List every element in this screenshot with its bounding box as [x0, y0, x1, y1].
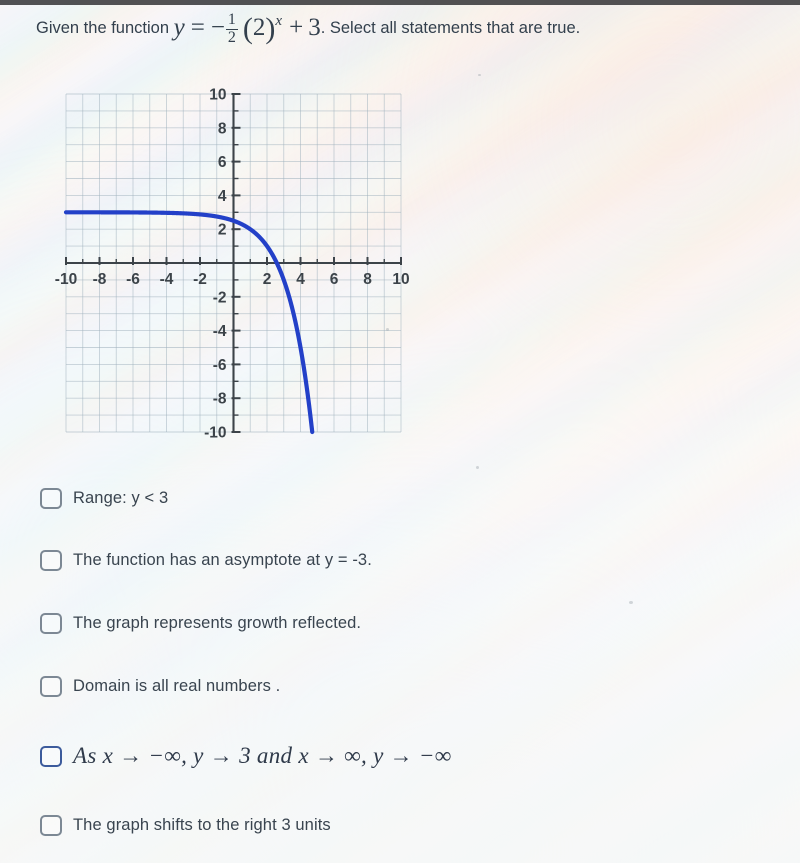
option-label-asymptote: The function has an asymptote at y = -3.	[73, 551, 372, 569]
equation-minus: −	[210, 14, 225, 41]
x-tick-label: -10	[55, 271, 77, 288]
top-status-bar	[0, 0, 800, 5]
option-label-growth-reflected: The graph represents growth reflected.	[73, 614, 362, 632]
option-range[interactable]: Range: y < 3	[40, 488, 168, 509]
fraction-denominator: 2	[225, 28, 238, 46]
x-tick-label: 6	[330, 271, 339, 288]
equation-constant: 3	[308, 14, 321, 41]
option-growth-reflected[interactable]: The graph represents growth reflected.	[40, 613, 361, 634]
prompt-lead-text: Given the function	[36, 19, 169, 37]
y-tick-label: -4	[213, 323, 227, 340]
checkbox-end-behavior[interactable]	[40, 745, 62, 767]
question-page: Given the function y = −1 2 (2)x +3. Select a…	[0, 0, 800, 863]
x-tick-label: -2	[193, 271, 207, 288]
prompt-tail-text: . Select all statements that are true.	[320, 19, 581, 37]
y-tick-label: -6	[213, 357, 227, 374]
checkbox-domain[interactable]	[40, 676, 62, 697]
function-equation: y = −1 2 (2)x +3	[173, 12, 321, 46]
y-tick-label: -10	[204, 425, 226, 442]
graph-curve	[63, 210, 315, 435]
equation-close-paren: )	[265, 12, 276, 45]
y-tick-label: 10	[209, 87, 226, 104]
x-tick-label: -4	[160, 271, 174, 288]
option-label-domain: Domain is all real numbers .	[73, 677, 281, 695]
checkbox-range[interactable]	[40, 488, 62, 509]
equation-equals: =	[190, 14, 205, 41]
equation-fraction: 12	[225, 11, 238, 46]
x-tick-label: 4	[296, 271, 305, 288]
y-tick-label: 6	[218, 154, 227, 171]
checkbox-asymptote[interactable]	[40, 550, 62, 571]
equation-plus: +	[289, 14, 304, 41]
checkbox-growth-reflected[interactable]	[40, 613, 62, 634]
exponential-curve	[63, 210, 315, 435]
equation-exponent: x	[275, 13, 283, 29]
equation-lhs: y	[173, 14, 185, 41]
option-label-shift-right: The graph shifts to the right 3 units	[73, 816, 331, 834]
option-asymptote[interactable]: The function has an asymptote at y = -3.	[40, 550, 372, 571]
option-label-range: Range: y < 3	[73, 489, 169, 507]
function-graph: -10 -8 -6 -4 -2 2 4 6 8 10 10 8 6 4 2 -2 -4 -6 -8 -10	[24, 78, 424, 453]
option-domain[interactable]: Domain is all real numbers .	[40, 676, 280, 697]
equation-base: 2	[252, 14, 266, 41]
checkbox-shift-right[interactable]	[40, 815, 62, 836]
x-tick-label: -6	[126, 271, 140, 288]
option-label-end-behavior: As x → −∞, y → 3 and x → ∞, y → −∞	[73, 743, 452, 768]
question-prompt: Given the function y = −1 2 (2)x +3. Select a…	[36, 8, 796, 46]
x-tick-label: 10	[392, 271, 409, 288]
y-tick-label: -8	[213, 391, 227, 408]
x-tick-label: 8	[363, 271, 372, 288]
dust-speck	[476, 466, 479, 469]
y-tick-label: -2	[213, 289, 227, 306]
dust-speck	[478, 74, 481, 76]
dust-speck	[629, 601, 633, 604]
x-tick-label: -8	[93, 271, 107, 288]
y-tick-label: 2	[218, 222, 227, 239]
y-tick-label: 4	[218, 188, 227, 205]
option-end-behavior[interactable]: As x → −∞, y → 3 and x → ∞, y → −∞	[40, 743, 452, 769]
y-tick-label: 8	[218, 120, 227, 137]
graph-svg: -10 -8 -6 -4 -2 2 4 6 8 10 10 8 6 4 2 -2 -4 -6 -8 -10	[55, 87, 410, 442]
equation-open-paren: (	[242, 12, 253, 45]
option-shift-right[interactable]: The graph shifts to the right 3 units	[40, 815, 331, 836]
x-tick-label: 2	[263, 271, 272, 288]
fraction-numerator: 1	[227, 11, 236, 29]
